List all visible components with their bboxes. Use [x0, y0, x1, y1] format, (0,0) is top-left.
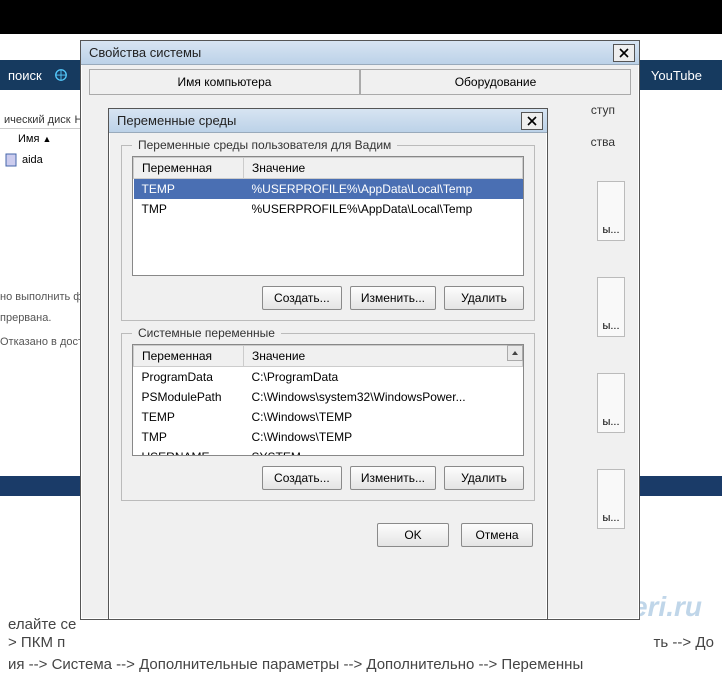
user-col-value[interactable]: Значение: [244, 158, 523, 179]
env-vars-titlebar: Переменные среды: [109, 109, 547, 133]
system-properties-tabs: Имя компьютера Оборудование: [89, 69, 631, 95]
bg-file-list: ический диск Н Имя ▲ aida: [0, 112, 90, 171]
user-col-variable[interactable]: Переменная: [134, 158, 244, 179]
dialog-buttons: OK Отмена: [109, 513, 547, 557]
bg-file-row[interactable]: aida: [0, 149, 90, 171]
user-var-name: TEMP: [134, 179, 244, 200]
partial-button-2[interactable]: [597, 277, 625, 337]
sys-var-name: USERNAME: [134, 447, 244, 456]
sys-var-row[interactable]: TEMP C:\Windows\TEMP: [134, 407, 523, 427]
bg-file-name: aida: [22, 154, 43, 166]
sys-delete-button[interactable]: Удалить: [444, 466, 524, 490]
cancel-button[interactable]: Отмена: [461, 523, 533, 547]
sys-var-name: TMP: [134, 427, 244, 447]
env-close-button[interactable]: [521, 112, 543, 130]
system-properties-title: Свойства системы: [89, 45, 613, 60]
sys-var-row[interactable]: USERNAMESYSTEM: [134, 447, 523, 456]
sys-vars-list[interactable]: Переменная Значение ProgramDataC:\Progra…: [132, 344, 524, 456]
bg-footer-1b: елайте се: [8, 616, 76, 633]
user-vars-legend: Переменные среды пользователя для Вадим: [132, 138, 397, 152]
user-edit-button[interactable]: Изменить...: [350, 286, 436, 310]
partial-buttons-column: [597, 181, 625, 529]
tab-hardware[interactable]: Оборудование: [360, 69, 631, 95]
nav-youtube-link[interactable]: YouTube: [651, 68, 702, 83]
chevron-up-icon: [511, 349, 519, 357]
sys-var-row[interactable]: ProgramDataC:\ProgramData: [134, 367, 523, 388]
bg-footer-1: > ПКМ п ть --> До: [0, 634, 722, 651]
sys-col-value[interactable]: Значение: [244, 346, 523, 367]
sys-var-value: C:\ProgramData: [244, 367, 523, 388]
sys-create-button[interactable]: Создать...: [262, 466, 342, 490]
ok-button[interactable]: OK: [377, 523, 449, 547]
user-var-name: TMP: [134, 199, 244, 219]
scroll-up-button[interactable]: [507, 345, 523, 361]
sys-var-row[interactable]: PSModulePathC:\Windows\system32\WindowsP…: [134, 387, 523, 407]
sys-col-variable[interactable]: Переменная: [134, 346, 244, 367]
close-icon: [526, 115, 538, 127]
bg-footer-2: ия --> Система --> Дополнительные параме…: [0, 656, 722, 673]
partial-button-1[interactable]: [597, 181, 625, 241]
env-vars-title: Переменные среды: [117, 113, 521, 128]
partial-button-4[interactable]: [597, 469, 625, 529]
nav-search-text: поиск: [8, 68, 42, 83]
sys-var-name: PSModulePath: [134, 387, 244, 407]
user-vars-list[interactable]: Переменная Значение TEMP %USERPROFILE%\A…: [132, 156, 524, 276]
user-var-value: %USERPROFILE%\AppData\Local\Temp: [244, 199, 523, 219]
file-icon: [4, 153, 18, 167]
user-create-button[interactable]: Создать...: [262, 286, 342, 310]
tab-computer-name[interactable]: Имя компьютера: [89, 69, 360, 95]
sys-var-name: TEMP: [134, 407, 244, 427]
system-properties-titlebar: Свойства системы: [81, 41, 639, 65]
bg-col-nameheader: Имя ▲: [0, 129, 90, 149]
close-button[interactable]: [613, 44, 635, 62]
bg-col-a: ический диск: [4, 114, 71, 126]
globe-icon: [54, 68, 68, 82]
sys-var-value: C:\Windows\TEMP: [244, 407, 523, 427]
sys-vars-legend: Системные переменные: [132, 326, 281, 340]
close-icon: [618, 47, 630, 59]
bg-black-bar: [0, 0, 722, 34]
user-var-row[interactable]: TEMP %USERPROFILE%\AppData\Local\Temp: [134, 179, 523, 200]
sys-var-value: SYSTEM: [244, 447, 523, 456]
env-vars-window: Переменные среды Переменные среды пользо…: [108, 108, 548, 620]
sys-edit-button[interactable]: Изменить...: [350, 466, 436, 490]
sys-var-value: C:\Windows\system32\WindowsPower...: [244, 387, 523, 407]
sys-var-value: C:\Windows\TEMP: [244, 427, 523, 447]
sys-var-name: ProgramData: [134, 367, 244, 388]
user-vars-buttons: Создать... Изменить... Удалить: [132, 286, 524, 310]
user-var-value: %USERPROFILE%\AppData\Local\Temp: [244, 179, 523, 200]
sys-vars-buttons: Создать... Изменить... Удалить: [132, 466, 524, 490]
user-vars-fieldset: Переменные среды пользователя для Вадим …: [121, 145, 535, 321]
sys-var-row[interactable]: TMPC:\Windows\TEMP: [134, 427, 523, 447]
partial-button-3[interactable]: [597, 373, 625, 433]
user-var-row[interactable]: TMP %USERPROFILE%\AppData\Local\Temp: [134, 199, 523, 219]
user-delete-button[interactable]: Удалить: [444, 286, 524, 310]
sys-vars-fieldset: Системные переменные Переменная Значение…: [121, 333, 535, 501]
